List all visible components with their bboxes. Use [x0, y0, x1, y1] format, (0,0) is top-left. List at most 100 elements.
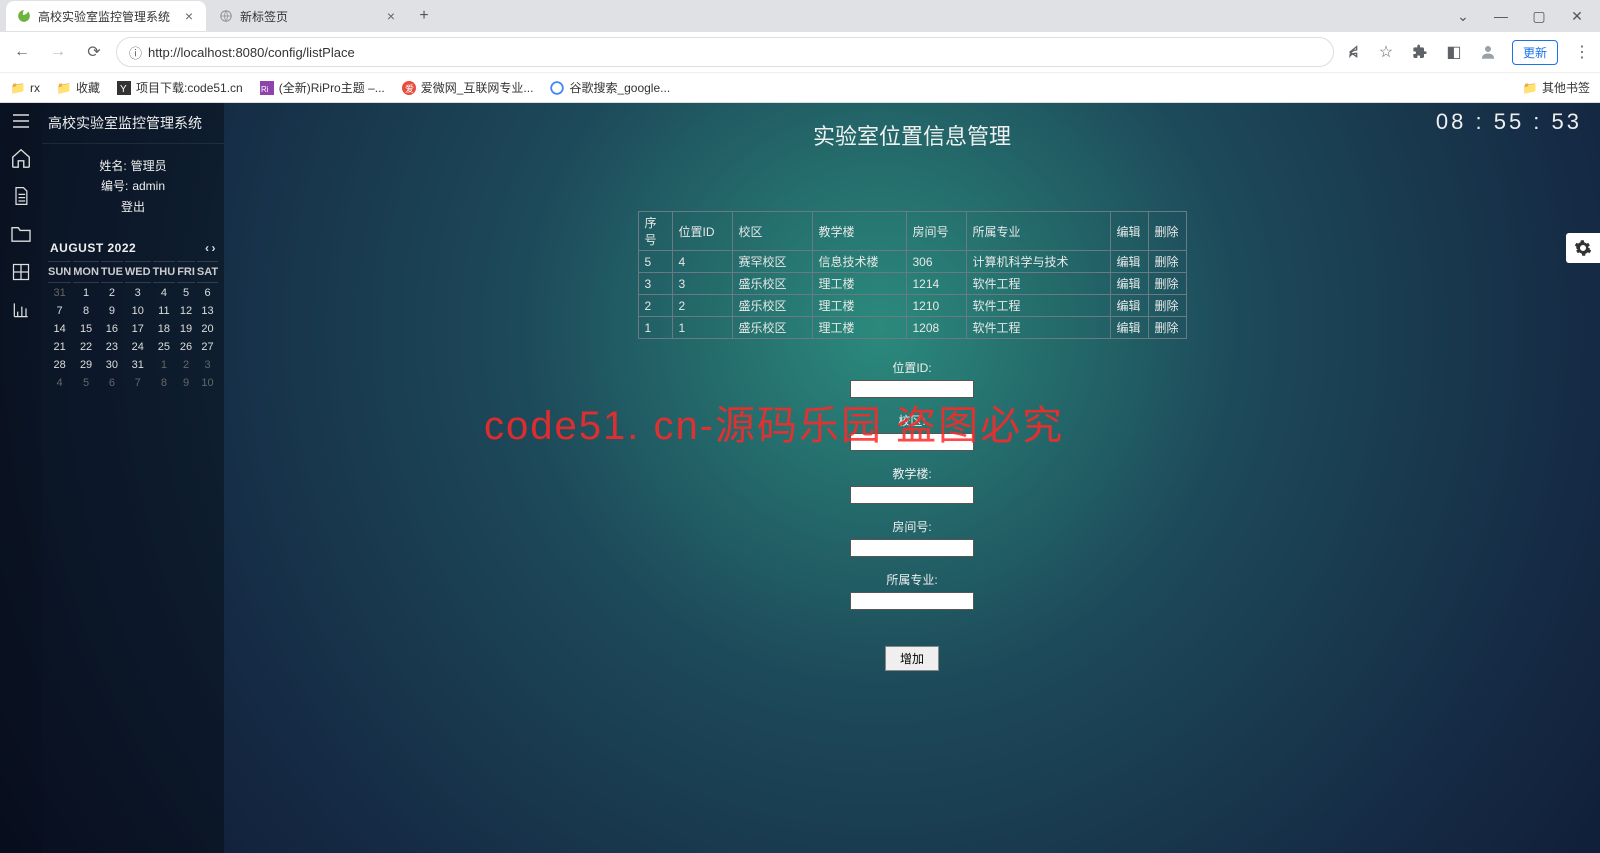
- calendar-day[interactable]: 24: [125, 339, 151, 355]
- tab-close-icon[interactable]: ×: [384, 9, 398, 23]
- edit-link[interactable]: 编辑: [1117, 299, 1141, 313]
- star-icon[interactable]: ☆: [1376, 42, 1396, 62]
- home-icon[interactable]: [0, 139, 42, 177]
- form-input-3[interactable]: [850, 539, 974, 557]
- chart-icon[interactable]: [0, 291, 42, 329]
- calendar-next-icon[interactable]: ›: [212, 241, 217, 255]
- delete-link[interactable]: 删除: [1155, 277, 1179, 291]
- form-input-1[interactable]: [850, 433, 974, 451]
- back-button[interactable]: ←: [8, 38, 36, 66]
- table-cell: 盛乐校区: [732, 273, 812, 295]
- calendar-day[interactable]: 21: [48, 339, 71, 355]
- tab-close-icon[interactable]: ×: [182, 9, 196, 23]
- update-button[interactable]: 更新: [1512, 40, 1558, 65]
- calendar-day[interactable]: 7: [48, 303, 71, 319]
- calendar-day[interactable]: 29: [73, 357, 99, 373]
- calendar-day[interactable]: 1: [153, 357, 176, 373]
- calendar-day[interactable]: 3: [197, 357, 218, 373]
- settings-gear-icon[interactable]: [1566, 233, 1600, 263]
- document-icon[interactable]: [0, 177, 42, 215]
- bookmark-item[interactable]: Y项目下载:code51.cn: [116, 79, 243, 96]
- calendar-day[interactable]: 8: [153, 375, 176, 391]
- forward-button[interactable]: →: [44, 38, 72, 66]
- edit-link[interactable]: 编辑: [1117, 321, 1141, 335]
- calendar-day[interactable]: 3: [125, 285, 151, 301]
- calendar-day[interactable]: 5: [73, 375, 99, 391]
- form-input-2[interactable]: [850, 486, 974, 504]
- reload-button[interactable]: ⟳: [80, 38, 108, 66]
- bookmark-item[interactable]: 📁收藏: [56, 79, 100, 96]
- side-panel-icon[interactable]: ◧: [1444, 42, 1464, 62]
- close-icon[interactable]: ✕: [1568, 7, 1586, 25]
- calendar-day[interactable]: 25: [153, 339, 176, 355]
- browser-tab-active[interactable]: 高校实验室监控管理系统 ×: [6, 1, 206, 31]
- table-header: 所属专业: [966, 212, 1110, 251]
- calendar-day[interactable]: 7: [125, 375, 151, 391]
- calendar-day[interactable]: 6: [197, 285, 218, 301]
- calendar-day[interactable]: 10: [197, 375, 218, 391]
- delete-link[interactable]: 删除: [1155, 255, 1179, 269]
- calendar-day[interactable]: 14: [48, 321, 71, 337]
- url-input[interactable]: ⓘ http://localhost:8080/config/listPlace: [116, 37, 1334, 67]
- calendar-day[interactable]: 13: [197, 303, 218, 319]
- hamburger-icon[interactable]: [0, 103, 42, 139]
- calendar-day[interactable]: 18: [153, 321, 176, 337]
- calendar-day[interactable]: 31: [125, 357, 151, 373]
- calendar-day[interactable]: 9: [177, 375, 195, 391]
- calendar-day[interactable]: 11: [153, 303, 176, 319]
- calendar-day[interactable]: 20: [197, 321, 218, 337]
- bookmark-item[interactable]: 谷歌搜索_google...: [549, 79, 670, 96]
- calendar-day[interactable]: 6: [101, 375, 123, 391]
- folder-icon[interactable]: [0, 215, 42, 253]
- maximize-icon[interactable]: ▢: [1530, 7, 1548, 25]
- grid-icon[interactable]: [0, 253, 42, 291]
- table-row: 33盛乐校区理工楼1214软件工程编辑删除: [638, 273, 1186, 295]
- form-input-0[interactable]: [850, 380, 974, 398]
- other-bookmarks[interactable]: 📁其他书签: [1522, 79, 1590, 96]
- calendar-day[interactable]: 2: [177, 357, 195, 373]
- calendar-day[interactable]: 15: [73, 321, 99, 337]
- calendar-day[interactable]: 19: [177, 321, 195, 337]
- edit-link[interactable]: 编辑: [1117, 255, 1141, 269]
- bookmark-item[interactable]: Ri(全新)RiPro主题 –...: [259, 79, 385, 96]
- browser-tab-inactive[interactable]: 新标签页 ×: [208, 1, 408, 31]
- calendar-day[interactable]: 1: [73, 285, 99, 301]
- calendar-day[interactable]: 9: [101, 303, 123, 319]
- new-tab-button[interactable]: +: [410, 2, 438, 30]
- calendar-day[interactable]: 10: [125, 303, 151, 319]
- bookmark-item[interactable]: 📁rx: [10, 80, 40, 96]
- calendar-day[interactable]: 12: [177, 303, 195, 319]
- extensions-icon[interactable]: [1410, 42, 1430, 62]
- calendar-day[interactable]: 4: [48, 375, 71, 391]
- calendar-day[interactable]: 16: [101, 321, 123, 337]
- calendar-day[interactable]: 31: [48, 285, 71, 301]
- share-icon[interactable]: [1342, 42, 1362, 62]
- minimize-icon[interactable]: —: [1492, 7, 1510, 25]
- edit-link[interactable]: 编辑: [1117, 277, 1141, 291]
- calendar-day[interactable]: 26: [177, 339, 195, 355]
- calendar-day[interactable]: 23: [101, 339, 123, 355]
- chevron-down-icon[interactable]: ⌄: [1454, 7, 1472, 25]
- submit-button[interactable]: 增加: [885, 646, 939, 671]
- calendar-day[interactable]: 17: [125, 321, 151, 337]
- delete-link[interactable]: 删除: [1155, 299, 1179, 313]
- calendar-day[interactable]: 8: [73, 303, 99, 319]
- table-cell: 3: [638, 273, 672, 295]
- delete-link[interactable]: 删除: [1155, 321, 1179, 335]
- bookmark-item[interactable]: 爱爱微网_互联网专业...: [401, 79, 534, 96]
- calendar-day[interactable]: 5: [177, 285, 195, 301]
- logout-link[interactable]: 登出: [50, 197, 216, 217]
- calendar-day[interactable]: 2: [101, 285, 123, 301]
- calendar-day[interactable]: 28: [48, 357, 71, 373]
- table-header: 序号: [638, 212, 672, 251]
- calendar-prev-icon[interactable]: ‹: [205, 241, 210, 255]
- calendar-day[interactable]: 27: [197, 339, 218, 355]
- table-header: 教学楼: [812, 212, 906, 251]
- form-input-4[interactable]: [850, 592, 974, 610]
- calendar-day[interactable]: 30: [101, 357, 123, 373]
- kebab-menu-icon[interactable]: ⋮: [1572, 42, 1592, 62]
- ri-icon: Ri: [259, 80, 275, 96]
- calendar-day[interactable]: 4: [153, 285, 176, 301]
- calendar-day[interactable]: 22: [73, 339, 99, 355]
- profile-icon[interactable]: [1478, 42, 1498, 62]
